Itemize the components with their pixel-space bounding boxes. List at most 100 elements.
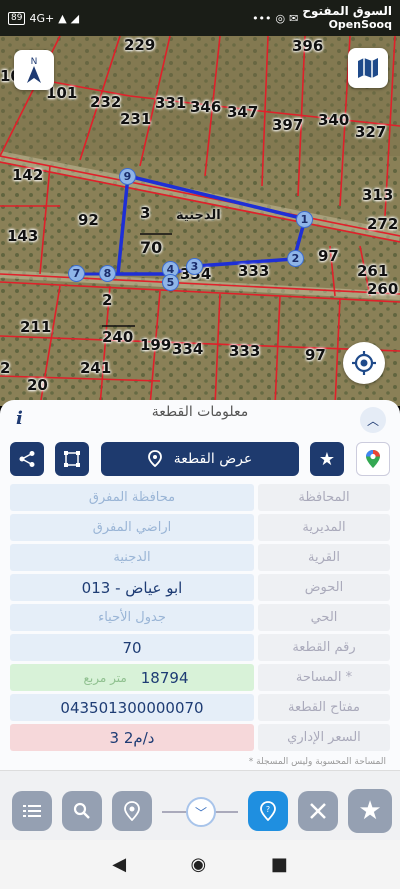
plot-number: 2	[102, 291, 113, 309]
field-governorate: محافظة المفرق المحافظة	[10, 484, 390, 511]
plot-number: 229	[124, 36, 156, 54]
plot-number: 97	[305, 346, 326, 364]
plot-number: 199	[140, 336, 172, 354]
area-value-box: متر مربع 18794	[10, 664, 254, 691]
favorites-button[interactable]: ★	[348, 789, 392, 833]
field-value: 043501300000070	[10, 694, 254, 721]
action-row: عرض القطعة ★	[10, 442, 390, 476]
plot-number: 333	[238, 262, 270, 280]
google-maps-button[interactable]	[356, 442, 390, 476]
plot-number: 142	[12, 166, 44, 184]
chevron-up-icon: ︿	[366, 413, 379, 428]
list-icon	[23, 805, 41, 817]
vertex-marker: 5	[162, 274, 179, 291]
field-value: محافظة المفرق	[10, 484, 254, 511]
star-icon: ★	[358, 796, 382, 826]
field-label: المساحة *	[258, 664, 390, 691]
vertex-marker: 7	[68, 265, 85, 282]
home-icon[interactable]: ◉	[191, 854, 207, 875]
recents-icon[interactable]: ■	[271, 854, 288, 875]
show-parcel-button[interactable]: عرض القطعة	[101, 442, 299, 476]
search-button[interactable]	[62, 791, 102, 831]
compass-icon: N	[27, 57, 41, 83]
plot-number: 333	[229, 342, 261, 360]
plot-number: 97	[318, 247, 339, 265]
map-layers-button[interactable]	[348, 48, 388, 88]
parcel-plot-number: 70	[140, 238, 163, 257]
locate-icon	[352, 351, 376, 375]
vertex-marker: 2	[287, 250, 304, 267]
vertex-marker: 1	[296, 211, 313, 228]
plot-number: 211	[20, 318, 52, 336]
area-footnote: * المساحة المحسوبة وليس المسجلة	[248, 757, 386, 767]
google-maps-icon	[366, 450, 380, 468]
satellite-map[interactable]: 229 396 10 101 232 331 346 347 231 397 3…	[0, 36, 400, 406]
polygon-button[interactable]	[55, 442, 89, 476]
list-button[interactable]	[12, 791, 52, 831]
field-value: اراضي المفرق	[10, 514, 254, 541]
parcel-info-panel: i معلومات القطعة ︿ عرض القطعة ★ محافظة ا…	[0, 400, 400, 786]
plot-number: 20	[27, 376, 48, 394]
plot-number: 334	[172, 340, 204, 358]
expand-toggle-button[interactable]: ﹀	[186, 797, 216, 827]
area-unit: متر مربع	[83, 670, 127, 685]
field-neighborhood: جدول الأحياء الحي	[10, 604, 390, 631]
back-icon[interactable]: ◀	[112, 854, 126, 875]
instagram-icon: ◎	[275, 11, 286, 25]
field-label: المديرية	[258, 514, 390, 541]
field-village: الدجنية القرية	[10, 544, 390, 571]
field-label: الحوض	[258, 574, 390, 601]
plot-number: 347	[227, 103, 259, 121]
help-location-button[interactable]: ?	[248, 791, 288, 831]
signal-icon: ▲	[58, 11, 67, 25]
my-location-button[interactable]	[343, 342, 385, 384]
field-label: السعر الإداري	[258, 724, 390, 751]
plot-number: 346	[190, 98, 222, 116]
map-icon	[358, 58, 378, 78]
compass-north-button[interactable]: N	[14, 50, 54, 90]
search-icon	[73, 802, 90, 819]
plot-number: 232	[90, 93, 122, 111]
field-plot-number: 70 رقم القطعة	[10, 634, 390, 661]
location-search-button[interactable]	[112, 791, 152, 831]
vertex-marker: 8	[99, 265, 116, 282]
plot-number: 340	[318, 111, 350, 129]
status-bar: 89 4G+ ▲ ◢ ••• ◎ ✉ السوق المفتوح OpenSoo…	[0, 0, 400, 36]
field-label: المحافظة	[258, 484, 390, 511]
chevron-down-icon: ﹀	[194, 805, 207, 820]
field-value: الدجنية	[10, 544, 254, 571]
bottom-toolbar: ﹀ ? ★	[0, 770, 400, 840]
plot-number: 313	[362, 186, 394, 204]
opensooq-watermark: السوق المفتوح OpenSooq	[302, 4, 392, 32]
plot-number: 261	[357, 262, 389, 280]
field-parcel-key: 043501300000070 مفتاح القطعة	[10, 694, 390, 721]
plot-number: 92	[78, 211, 99, 229]
more-dots-icon: •••	[252, 11, 272, 25]
battery-indicator: 89	[8, 11, 26, 25]
plot-number: 272	[367, 215, 399, 233]
plot-number: 327	[355, 123, 387, 141]
plot-number: 143	[7, 227, 39, 245]
collapse-button[interactable]: ︿	[360, 407, 386, 433]
vertex-marker: 3	[186, 258, 203, 275]
favorite-button[interactable]: ★	[310, 442, 344, 476]
measure-tools-icon	[310, 803, 326, 819]
network-label: 4G+	[29, 11, 55, 25]
parcel-village-label: الدجنية	[176, 208, 221, 223]
vertex-marker: 9	[119, 168, 136, 185]
field-admin-price: 3 د/م2 السعر الإداري	[10, 724, 390, 751]
system-nav-bar: ◀ ◉ ■	[0, 840, 400, 889]
location-pin-icon	[124, 801, 140, 821]
share-button[interactable]	[10, 442, 44, 476]
field-basin: ابو عياض - 013 الحوض	[10, 574, 390, 601]
field-label: الحي	[258, 604, 390, 631]
field-value: ابو عياض - 013	[10, 574, 254, 601]
field-value: 70	[10, 634, 254, 661]
help-pin-icon: ?	[260, 801, 276, 821]
plot-number: 331	[155, 94, 187, 112]
field-directorate: اراضي المفرق المديرية	[10, 514, 390, 541]
measure-tools-button[interactable]	[298, 791, 338, 831]
plot-number: 231	[120, 110, 152, 128]
panel-header: i معلومات القطعة ︿	[0, 400, 400, 436]
plot-number: 2	[0, 359, 11, 377]
